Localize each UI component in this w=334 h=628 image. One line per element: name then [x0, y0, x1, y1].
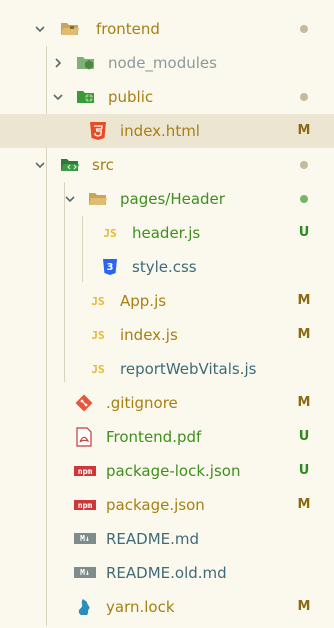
- markdown-icon: M↓: [74, 533, 96, 544]
- tree-item-reportwebvitals-js[interactable]: JS reportWebVitals.js: [0, 352, 334, 386]
- tree-item-label: README.old.md: [106, 564, 227, 582]
- css-file-icon: 3: [100, 257, 120, 277]
- yarn-icon: [74, 597, 94, 617]
- html-file-icon: [88, 121, 108, 141]
- pdf-file-icon: [74, 427, 94, 447]
- tree-item-label: Frontend.pdf: [106, 428, 202, 446]
- git-status-badge: M: [297, 327, 311, 342]
- tree-item-style-css[interactable]: 3 style.css: [0, 250, 334, 284]
- tree-item-label: reportWebVitals.js: [120, 360, 257, 378]
- tree-item-label: frontend: [96, 20, 160, 38]
- tree-item-header-js[interactable]: JS header.js U: [0, 216, 334, 250]
- git-status-badge: M: [297, 395, 311, 410]
- tree-item-node-modules[interactable]: node_modules: [0, 46, 334, 80]
- tree-item-label: public: [108, 88, 154, 106]
- js-file-icon: JS: [91, 294, 105, 308]
- node-folder-icon: [76, 53, 96, 73]
- status-dot: [300, 25, 308, 33]
- tree-item-frontend[interactable]: frontend: [0, 12, 334, 46]
- tree-item-label: index.js: [120, 326, 178, 344]
- chevron-down-icon[interactable]: [32, 21, 48, 37]
- js-file-icon: JS: [103, 226, 117, 240]
- git-status-badge: U: [298, 429, 310, 444]
- tree-item-pages-header[interactable]: pages/Header: [0, 182, 334, 216]
- tree-item-label: .gitignore: [106, 394, 178, 412]
- markdown-icon: M↓: [74, 567, 96, 578]
- js-file-icon: JS: [91, 362, 105, 376]
- status-dot: [300, 161, 308, 169]
- git-icon: [74, 393, 94, 413]
- folder-open-icon: [88, 189, 108, 209]
- tree-item-label: README.md: [106, 530, 200, 548]
- tree-item-label: header.js: [132, 224, 201, 242]
- tree-item-package-json[interactable]: npm package.json M: [0, 488, 334, 522]
- js-file-icon: JS: [91, 328, 105, 342]
- tree-item-public[interactable]: public: [0, 80, 334, 114]
- tree-item-app-js[interactable]: JS App.js M: [0, 284, 334, 318]
- tree-item-package-lock-json[interactable]: npm package-lock.json U: [0, 454, 334, 488]
- tree-item-index-html[interactable]: index.html M: [0, 114, 334, 148]
- tree-item-label: node_modules: [108, 54, 217, 72]
- status-dot: [300, 195, 308, 203]
- tree-item-label: src: [92, 156, 114, 174]
- chevron-down-icon[interactable]: [50, 89, 66, 105]
- npm-icon: npm: [74, 466, 96, 476]
- npm-icon: npm: [74, 500, 96, 510]
- tree-item-gitignore[interactable]: .gitignore M: [0, 386, 334, 420]
- tree-item-label: package.json: [106, 496, 205, 514]
- status-dot: [300, 93, 308, 101]
- chevron-right-icon[interactable]: [50, 55, 66, 71]
- git-status-badge: U: [298, 463, 310, 478]
- git-status-badge: M: [297, 599, 311, 614]
- tree-item-label: style.css: [132, 258, 197, 276]
- src-folder-icon: [60, 155, 80, 175]
- tree-item-label: package-lock.json: [106, 462, 241, 480]
- file-explorer-tree: frontend node_modules public index.html …: [0, 0, 334, 628]
- tree-item-readme-md[interactable]: M↓ README.md: [0, 522, 334, 556]
- git-status-badge: U: [298, 225, 310, 240]
- public-folder-icon: [76, 87, 96, 107]
- git-status-badge: M: [297, 497, 311, 512]
- tree-item-index-js[interactable]: JS index.js M: [0, 318, 334, 352]
- tree-item-label: index.html: [120, 122, 200, 140]
- tree-item-src[interactable]: src: [0, 148, 334, 182]
- tree-item-label: yarn.lock: [106, 598, 175, 616]
- folder-open-icon: [60, 19, 80, 39]
- tree-item-yarn-lock[interactable]: yarn.lock M: [0, 590, 334, 624]
- tree-item-label: App.js: [120, 292, 167, 310]
- chevron-down-icon[interactable]: [62, 191, 78, 207]
- chevron-down-icon[interactable]: [32, 157, 48, 173]
- tree-item-frontend-pdf[interactable]: Frontend.pdf U: [0, 420, 334, 454]
- git-status-badge: M: [297, 293, 311, 308]
- tree-item-label: pages/Header: [120, 190, 225, 208]
- tree-item-readme-old-md[interactable]: M↓ README.old.md: [0, 556, 334, 590]
- git-status-badge: M: [297, 123, 311, 138]
- css-icon-glyph: 3: [106, 261, 114, 273]
